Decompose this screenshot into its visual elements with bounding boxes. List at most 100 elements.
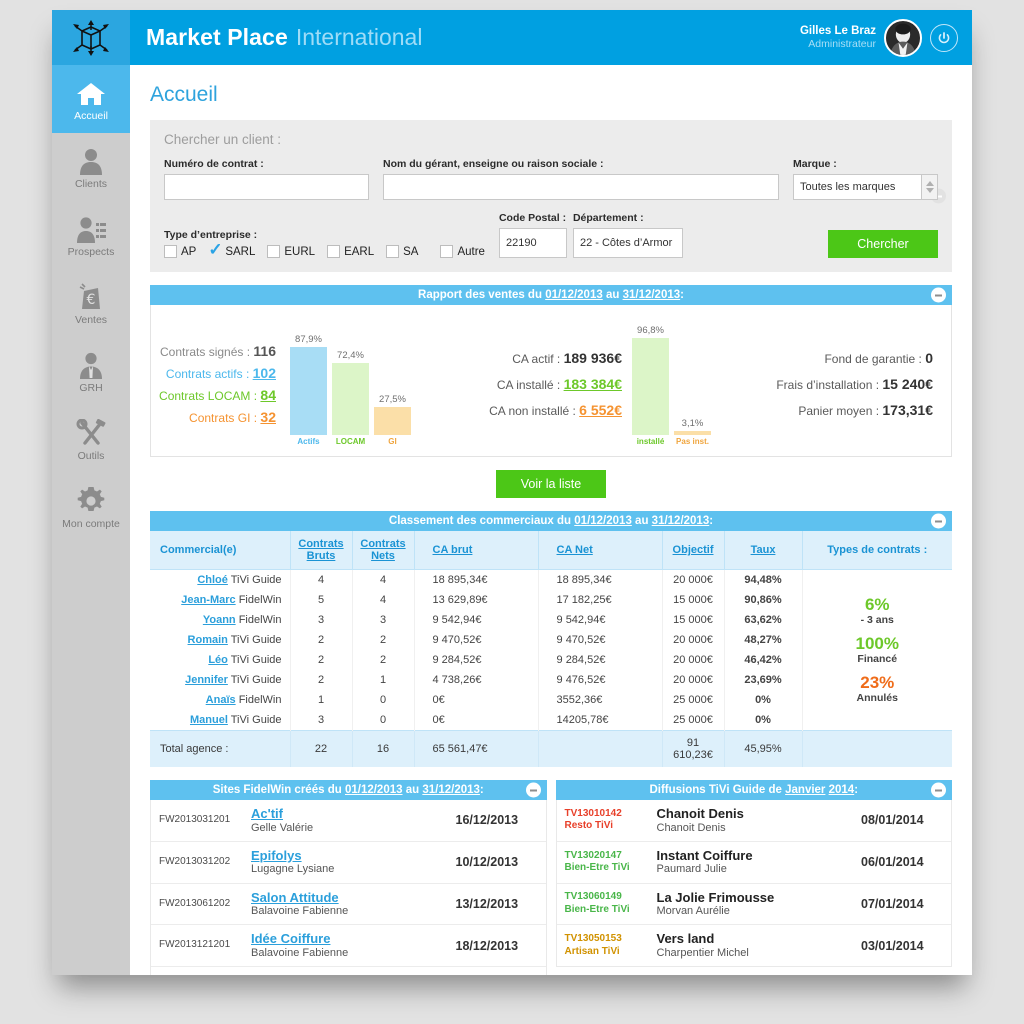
site-date: 10/12/2013 — [455, 855, 519, 870]
collapse-diffusions-button[interactable] — [931, 782, 946, 798]
brand-select[interactable] — [793, 174, 938, 200]
stat-label: Contrats signés : — [160, 344, 251, 359]
checkbox-sarl[interactable]: ✓ SARL — [208, 241, 255, 258]
bar-category-label: GI — [388, 437, 397, 446]
diff-date: 06/01/2014 — [861, 855, 924, 870]
cell-bruts: 3 — [290, 610, 353, 630]
list-item[interactable]: TV13060149 Bien-Etre TiVi La Jolie Frimou… — [556, 883, 951, 926]
list-item[interactable]: FW2013031202 Epifolys Lugagne Lysiane 10/… — [151, 841, 546, 884]
stat-value: 116 — [253, 342, 276, 359]
commercial-link[interactable]: Chloé — [197, 574, 228, 586]
ca-value: 189 936€ — [563, 349, 622, 366]
user-block[interactable]: Gilles Le Braz Administrateur — [800, 18, 958, 57]
col-taux[interactable]: Taux — [724, 531, 803, 570]
checkbox-eurl[interactable]: EURL — [267, 245, 315, 258]
report-date-to[interactable]: 31/12/2013 — [623, 289, 681, 301]
list-item[interactable]: TV13020147 Bien-Etre TiVi Instant Coiffur… — [556, 841, 951, 884]
col-contrats-bruts[interactable]: Contrats Bruts — [290, 531, 353, 570]
avatar[interactable] — [884, 18, 922, 57]
stat-row: Contrats GI : 32 — [189, 409, 276, 425]
checkbox-label: SA — [403, 245, 419, 258]
sidebar-item-mon-compte[interactable]: Mon compte — [52, 473, 130, 541]
site-title[interactable]: Epifolys — [251, 848, 456, 864]
euro-bag-icon: € — [77, 281, 105, 311]
checkbox-label: Autre — [457, 245, 485, 258]
brand-field-group: Marque : — [793, 158, 938, 200]
search-submit-button[interactable]: Chercher — [828, 230, 938, 258]
ranking-date-from[interactable]: 01/12/2013 — [574, 515, 632, 527]
cell-ca-net: 17 182,25€ — [538, 590, 663, 610]
view-list-button[interactable]: Voir la liste — [496, 470, 606, 498]
list-item[interactable]: FW2013061202 Salon Attitude Balavoine Fab… — [151, 883, 546, 926]
site-title[interactable]: Idée Coiffure — [251, 931, 456, 947]
diff-head-suffix: : — [854, 784, 859, 796]
report-date-from[interactable]: 01/12/2013 — [545, 289, 603, 301]
commercial-link[interactable]: Yoann — [203, 614, 236, 626]
diff-title: La Jolie Frimousse — [656, 889, 775, 905]
logo-container[interactable] — [52, 10, 130, 65]
check-icon: ✓ — [208, 240, 223, 259]
sidebar-item-outils[interactable]: Outils — [52, 405, 130, 473]
sidebar-item-grh[interactable]: GRH — [52, 337, 130, 405]
stat-row: Contrats LOCAM : 84 — [159, 387, 276, 403]
table-row[interactable]: Chloé TiVi Guide 4 4 18 895,34€ 18 895,3… — [150, 569, 952, 704]
list-item[interactable]: TV13050153 Artisan TiVi Vers land Charpent… — [556, 925, 951, 967]
site-date: 18/12/2013 — [455, 938, 519, 953]
commercial-link[interactable]: Romain — [188, 634, 228, 646]
col-contrats-nets[interactable]: Contrats Nets — [352, 531, 415, 570]
site-title[interactable]: Ac'tif — [251, 806, 456, 822]
site-title[interactable]: La Jolie Frimousse — [251, 973, 456, 975]
bar-item: 3,1% Pas inst. — [674, 321, 711, 446]
user-tie-icon — [77, 349, 105, 379]
checkbox-sa[interactable]: SA — [386, 245, 418, 258]
diff-head-prefix: Diffusions TiVi Guide de — [649, 784, 782, 796]
list-item[interactable]: FW2013031201 Ac'tif Gelle Valérie 16/12/2… — [151, 800, 546, 842]
diff-month[interactable]: Janvier — [785, 784, 825, 796]
cell-objectif: 20 000€ — [662, 670, 725, 690]
commercial-link[interactable]: Jennifer — [185, 674, 228, 686]
stat-label: Contrats GI : — [189, 410, 258, 425]
commercial-link[interactable]: Léo — [208, 654, 228, 666]
cell-objectif: 20 000€ — [662, 630, 725, 650]
sites-date-to[interactable]: 31/12/2013 — [422, 784, 480, 796]
checkbox-box — [327, 245, 341, 258]
collapse-ranking-button[interactable] — [931, 513, 946, 529]
sites-date-from[interactable]: 01/12/2013 — [345, 784, 403, 796]
sidebar-item-ventes[interactable]: € Ventes — [52, 269, 130, 337]
company-name-input[interactable] — [383, 174, 779, 200]
ca-stats: CA actif : 189 936€ CA installé : 183 38… — [426, 311, 626, 456]
contract-number-input[interactable] — [164, 174, 369, 200]
list-item[interactable]: TV13010142 Resto TiVi Chanoit Denis Chanoi… — [556, 800, 951, 842]
commercial-link[interactable]: Manuel — [190, 714, 228, 726]
list-item[interactable]: FW2013121201 Idée Coiffure Balavoine Fabi… — [151, 925, 546, 968]
collapse-sites-button[interactable] — [525, 782, 541, 798]
checkbox-earl[interactable]: EARL — [327, 245, 374, 258]
postal-code-input[interactable] — [498, 228, 567, 258]
ranking-date-to[interactable]: 31/12/2013 — [652, 515, 710, 527]
commercial-link[interactable]: Jean-Marc — [181, 594, 235, 606]
diff-year[interactable]: 2014 — [829, 784, 855, 796]
minus-icon — [935, 520, 942, 522]
site-title[interactable]: Salon Attitude — [251, 890, 456, 906]
commercial-link[interactable]: Anaïs — [206, 694, 236, 706]
checkbox-box — [267, 245, 281, 258]
sidebar-item-clients[interactable]: Clients — [52, 133, 130, 201]
brand-text: TiVi Guide — [230, 674, 282, 686]
department-input[interactable] — [572, 228, 683, 258]
bar-value-label: 3,1% — [681, 418, 704, 429]
col-objectif[interactable]: Objectif — [662, 531, 725, 570]
checkbox-autre[interactable]: Autre — [440, 245, 485, 258]
checkbox-ap[interactable]: AP — [164, 245, 196, 258]
power-button[interactable] — [930, 23, 958, 52]
cell-taux: 94,48% — [724, 569, 803, 590]
sidebar-item-prospects[interactable]: Prospects — [52, 201, 130, 269]
gear-icon — [77, 485, 105, 515]
collapse-report-button[interactable] — [931, 287, 946, 303]
brand-spinner[interactable] — [921, 175, 937, 199]
col-ca-net[interactable]: CA Net — [538, 531, 663, 570]
checkbox-label: AP — [181, 245, 197, 258]
col-ca-brut[interactable]: CA brut — [414, 531, 539, 570]
diffusions-list: TV13010142 Resto TiVi Chanoit Denis Chanoi… — [555, 800, 952, 968]
sidebar-item-accueil[interactable]: Accueil — [52, 65, 130, 133]
list-item[interactable]: FW2013171202 La Jolie FrimousseBalavoine… — [151, 967, 546, 975]
